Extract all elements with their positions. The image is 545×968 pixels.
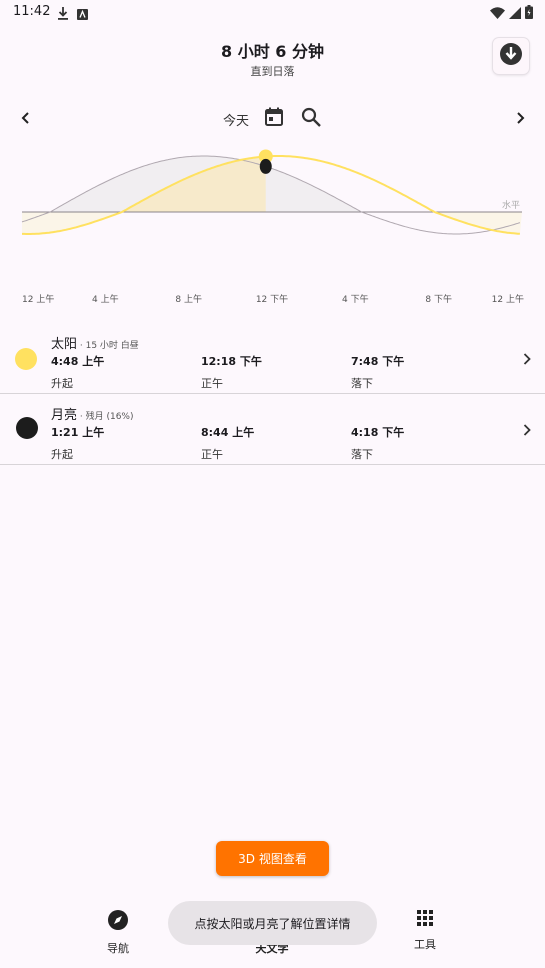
moon-title: 月亮 · 残月 (16%) <box>51 404 134 423</box>
sun-noon-label: 正午 <box>201 377 223 390</box>
sun-set-time: 7:48 下午 <box>351 355 405 368</box>
chevron-right-icon <box>517 112 525 124</box>
view-3d-button[interactable]: 3D 视图查看 <box>216 841 329 876</box>
sun-rise-time: 4:48 上午 <box>51 355 105 368</box>
sun-daylight: · 15 小时 白昼 <box>77 341 139 351</box>
nav-tab-navigation[interactable]: 导航 <box>78 909 158 956</box>
moon-row[interactable]: 月亮 · 残月 (16%) 1:21 上午 升起 8:44 上午 正午 4:18… <box>0 394 545 465</box>
hint-toast: 点按太阳或月亮了解位置详情 <box>168 901 377 945</box>
moon-rise: 1:21 上午 升起 <box>51 424 191 462</box>
nav-tab-navigation-label: 导航 <box>107 942 129 955</box>
chevron-right-icon <box>520 422 534 441</box>
grid-icon <box>416 910 434 931</box>
header-subtitle: 直到日落 <box>250 65 295 78</box>
moon-phase: · 残月 (16%) <box>77 412 134 422</box>
download-notification-icon <box>57 5 69 24</box>
moon-above-horizon-area <box>22 156 522 212</box>
x-tick-label: 8 上午 <box>175 293 202 305</box>
sun-below-horizon-area <box>22 212 522 234</box>
status-time: 11:42 <box>13 4 51 19</box>
moon-name: 月亮 <box>51 408 78 423</box>
battery-icon <box>525 4 533 23</box>
date-navigation: 今天 <box>0 104 545 132</box>
x-tick-label: 12 上午 <box>22 293 54 305</box>
sun-noon: 12:18 下午 正午 <box>201 353 341 391</box>
moon-current-marker <box>259 158 272 174</box>
time-until-sunset: 8 小时 6 分钟 <box>221 42 324 61</box>
compass-icon <box>107 910 129 935</box>
signal-icon <box>509 4 521 23</box>
calendar-button[interactable] <box>263 106 285 132</box>
chevron-right-icon <box>520 351 534 370</box>
sun-icon <box>15 348 37 370</box>
status-bar: 11:42 <box>0 0 545 24</box>
x-tick-label: 4 下午 <box>342 293 369 305</box>
moon-set-label: 落下 <box>351 448 373 461</box>
moon-transit-time: 8:44 上午 <box>201 426 255 439</box>
sun-rise-label: 升起 <box>51 377 73 390</box>
body-list: 太阳 · 15 小时 白昼 4:48 上午 升起 12:18 下午 正午 7:4… <box>0 323 545 465</box>
x-tick-label: 4 上午 <box>92 293 119 305</box>
download-icon <box>499 42 523 70</box>
wifi-icon <box>490 4 505 23</box>
horizon-label: 水平 <box>502 199 520 211</box>
sun-noon-time: 12:18 下午 <box>201 355 262 368</box>
calendar-icon <box>265 107 283 126</box>
search-icon <box>301 107 321 127</box>
sun-row[interactable]: 太阳 · 15 小时 白昼 4:48 上午 升起 12:18 下午 正午 7:4… <box>0 323 545 394</box>
today-button[interactable]: 今天 <box>223 110 249 129</box>
moon-rise-time: 1:21 上午 <box>51 426 105 439</box>
sun-moon-altitude-chart[interactable]: 水平 12 上午 4 上午 8 上午 12 下午 4 下午 8 下午 12 上午 <box>0 140 545 315</box>
download-button[interactable] <box>493 38 529 74</box>
moon-transit: 8:44 上午 正午 <box>201 424 341 462</box>
moon-set-time: 4:18 下午 <box>351 426 405 439</box>
moon-set: 4:18 下午 落下 <box>351 424 491 462</box>
sun-set-label: 落下 <box>351 377 373 390</box>
search-button[interactable] <box>300 106 322 132</box>
sun-rise: 4:48 上午 升起 <box>51 353 191 391</box>
sun-name: 太阳 <box>51 337 78 352</box>
sun-set: 7:48 下午 落下 <box>351 353 491 391</box>
chevron-left-icon <box>21 112 29 124</box>
moon-icon <box>16 417 38 439</box>
nav-tab-tools-label: 工具 <box>414 938 436 951</box>
app-notification-icon <box>77 5 88 24</box>
x-tick-label: 12 上午 <box>492 293 524 305</box>
previous-day-button[interactable] <box>16 106 36 130</box>
altitude-chart-svg[interactable]: 水平 12 上午 4 上午 8 上午 12 下午 4 下午 8 下午 12 上午 <box>0 140 545 315</box>
moon-transit-label: 正午 <box>201 448 223 461</box>
next-day-button[interactable] <box>510 106 530 130</box>
moon-rise-label: 升起 <box>51 448 73 461</box>
x-tick-label: 8 下午 <box>425 293 452 305</box>
sun-title: 太阳 · 15 小时 白昼 <box>51 333 139 352</box>
nav-tab-tools[interactable]: 工具 <box>385 909 465 952</box>
x-tick-label: 12 下午 <box>256 293 288 305</box>
